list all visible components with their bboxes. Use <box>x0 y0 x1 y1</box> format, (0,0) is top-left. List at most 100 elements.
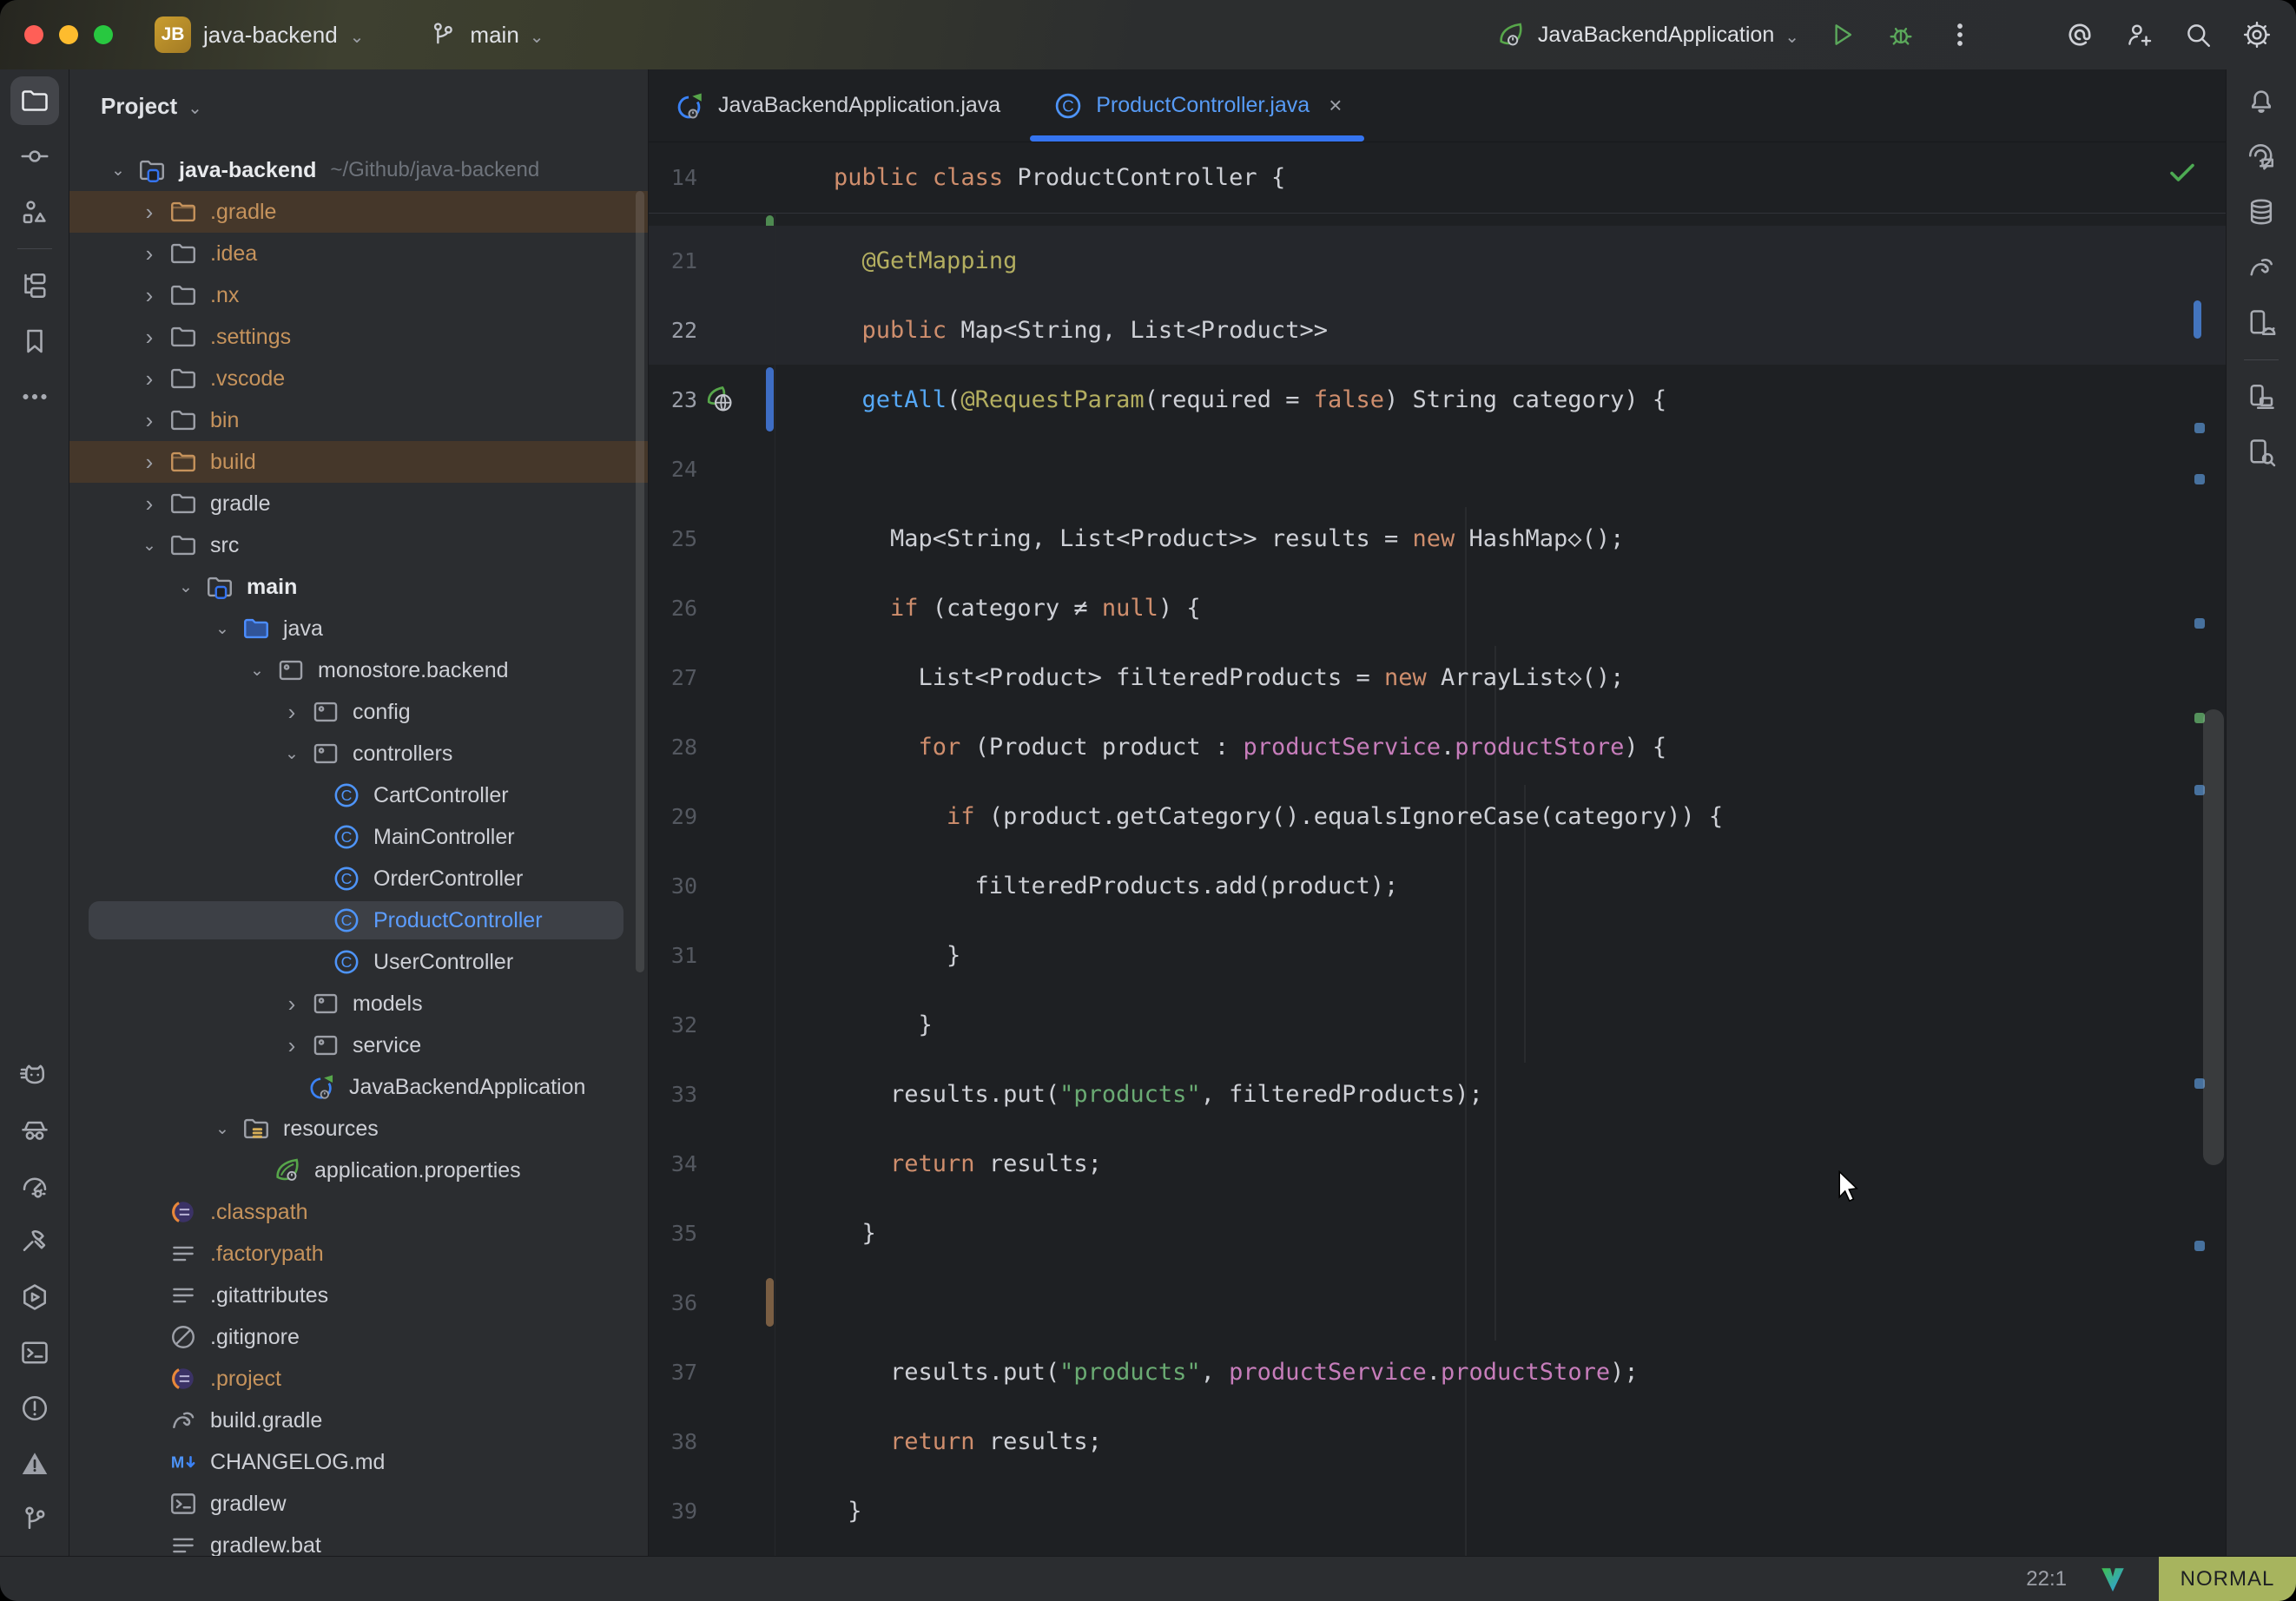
tree-item--factorypath[interactable]: .factorypath <box>69 1233 648 1275</box>
tree-item-gradlew-bat[interactable]: gradlew.bat <box>69 1525 648 1556</box>
close-tab-icon[interactable]: × <box>1329 92 1342 119</box>
line-number[interactable]: 39 <box>649 1499 697 1524</box>
tree-item-changelog-md[interactable]: MCHANGELOG.md <box>69 1441 648 1483</box>
tree-item-service[interactable]: ›service <box>69 1025 648 1066</box>
tree-item-controllers[interactable]: ⌄controllers <box>69 733 648 774</box>
tree-item-main[interactable]: ⌄main <box>69 566 648 608</box>
caret-position[interactable]: 22:1 <box>2026 1567 2067 1591</box>
tab-productcontroller[interactable]: C ProductController.java × <box>1026 69 1368 142</box>
tree-item-src[interactable]: ⌄src <box>69 524 648 566</box>
tree-item--project[interactable]: .project <box>69 1358 648 1400</box>
stripe-mark[interactable] <box>2194 618 2205 629</box>
run-button[interactable] <box>1825 18 1858 51</box>
tree-item-gradlew[interactable]: gradlew <box>69 1483 648 1525</box>
chevron-right-icon[interactable]: › <box>274 1032 309 1059</box>
line-number[interactable]: 25 <box>649 526 697 551</box>
code-line-34[interactable]: 34 return results; <box>649 1129 2226 1198</box>
tree-item--nx[interactable]: ›.nx <box>69 274 648 316</box>
device-manager-icon[interactable] <box>2237 299 2286 347</box>
code-line-24[interactable]: 24 <box>649 434 2226 504</box>
branch-widget[interactable]: main ⌄ <box>426 18 544 51</box>
tree-item-productcontroller[interactable]: CProductController <box>69 899 648 941</box>
code-line-35[interactable]: 35 } <box>649 1198 2226 1268</box>
more-actions-button[interactable] <box>1943 18 1976 51</box>
copilot-cat-icon[interactable] <box>10 1051 59 1099</box>
terminal-icon[interactable] <box>10 1328 59 1377</box>
code-line-21[interactable]: 21 @GetMapping <box>649 226 2226 295</box>
zoom-window-button[interactable] <box>94 25 113 44</box>
chevron-right-icon[interactable]: › <box>132 199 167 226</box>
running-devices-icon[interactable] <box>2237 372 2286 421</box>
code-editor[interactable]: 14public class ProductController { 21 @G… <box>649 142 2226 1556</box>
tree-item--idea[interactable]: ›.idea <box>69 233 648 274</box>
chevron-right-icon[interactable]: › <box>132 324 167 351</box>
line-number[interactable]: 21 <box>649 248 697 273</box>
ai-assistant-button[interactable] <box>2063 18 2096 51</box>
tree-item-application-properties[interactable]: application.properties <box>69 1150 648 1191</box>
code-line-38[interactable]: 38 return results; <box>649 1407 2226 1476</box>
chevron-right-icon[interactable]: › <box>274 991 309 1018</box>
close-window-button[interactable] <box>24 25 43 44</box>
stripe-mark[interactable] <box>2194 423 2205 433</box>
spring-endpoint-icon[interactable] <box>704 384 736 415</box>
code-line-36[interactable]: 36 <box>649 1268 2226 1337</box>
commit-icon[interactable] <box>10 132 59 181</box>
bookmarks-icon[interactable] <box>10 317 59 366</box>
tree-item-resources[interactable]: ⌄resources <box>69 1108 648 1150</box>
line-number[interactable]: 29 <box>649 804 697 829</box>
search-everywhere-button[interactable] <box>2181 18 2214 51</box>
code-line-28[interactable]: 28 for (Product product : productService… <box>649 712 2226 781</box>
code-line-37[interactable]: 37 results.put("products", productServic… <box>649 1337 2226 1407</box>
database-icon[interactable] <box>2237 188 2286 236</box>
services-hexagon-icon[interactable] <box>10 1273 59 1321</box>
tree-item-build[interactable]: ›build <box>69 441 648 483</box>
tree-item-build-gradle[interactable]: build.gradle <box>69 1400 648 1441</box>
chevron-down-icon[interactable]: ⌄ <box>205 619 240 639</box>
tree-item-maincontroller[interactable]: CMainController <box>69 816 648 858</box>
line-number[interactable]: 26 <box>649 596 697 621</box>
notifications-bell-icon[interactable] <box>2237 76 2286 125</box>
chevron-right-icon[interactable]: › <box>132 366 167 392</box>
line-number[interactable]: 35 <box>649 1221 697 1246</box>
project-tree-scrollbar[interactable] <box>636 191 644 972</box>
project-folder-icon[interactable] <box>10 76 59 125</box>
code-line-33[interactable]: 33 results.put("products", filteredProdu… <box>649 1059 2226 1129</box>
project-widget[interactable]: JB java-backend ⌄ <box>155 16 364 53</box>
minimize-window-button[interactable] <box>59 25 78 44</box>
debug-button[interactable] <box>1884 18 1917 51</box>
line-number[interactable]: 28 <box>649 735 697 760</box>
tree-item--gradle[interactable]: ›.gradle <box>69 191 648 233</box>
code-with-me-button[interactable] <box>2122 18 2155 51</box>
problems-icon[interactable] <box>10 1384 59 1433</box>
tab-javabackendapplication[interactable]: JavaBackendApplication.java <box>649 69 1026 142</box>
chevron-right-icon[interactable]: › <box>132 449 167 476</box>
line-number[interactable]: 36 <box>649 1290 697 1315</box>
more-horizontal-icon[interactable] <box>10 372 59 421</box>
tree-item-config[interactable]: ›config <box>69 691 648 733</box>
line-number[interactable]: 34 <box>649 1151 697 1176</box>
tree-item-cartcontroller[interactable]: CCartController <box>69 774 648 816</box>
ai-assistant-icon[interactable] <box>2237 132 2286 181</box>
chevron-down-icon[interactable]: ⌄ <box>132 536 167 556</box>
device-explorer-icon[interactable] <box>2237 428 2286 477</box>
chevron-right-icon[interactable]: › <box>132 491 167 517</box>
tree-item-gradle[interactable]: ›gradle <box>69 483 648 524</box>
git-branch-icon[interactable] <box>10 1495 59 1544</box>
tree-item-java[interactable]: ⌄java <box>69 608 648 649</box>
tree-item--gitattributes[interactable]: .gitattributes <box>69 1275 648 1316</box>
line-number[interactable]: 32 <box>649 1012 697 1038</box>
line-number[interactable]: 30 <box>649 873 697 899</box>
line-number[interactable]: 22 <box>649 318 697 343</box>
chevron-right-icon[interactable]: › <box>132 240 167 267</box>
code-line-30[interactable]: 30 filteredProducts.add(product); <box>649 851 2226 920</box>
code-line-27[interactable]: 27 List<Product> filteredProducts = new … <box>649 642 2226 712</box>
ideavim-icon[interactable] <box>2098 1565 2128 1594</box>
chevron-down-icon[interactable]: ⌄ <box>101 161 135 181</box>
tree-item--classpath[interactable]: .classpath <box>69 1191 648 1233</box>
chevron-right-icon[interactable]: › <box>274 699 309 726</box>
tree-item-bin[interactable]: ›bin <box>69 399 648 441</box>
build-hammer-icon[interactable] <box>10 1217 59 1266</box>
code-line-29[interactable]: 29 if (product.getCategory().equalsIgnor… <box>649 781 2226 851</box>
code-line-25[interactable]: 25 Map<String, List<Product>> results = … <box>649 504 2226 573</box>
tree-item-ordercontroller[interactable]: COrderController <box>69 858 648 899</box>
